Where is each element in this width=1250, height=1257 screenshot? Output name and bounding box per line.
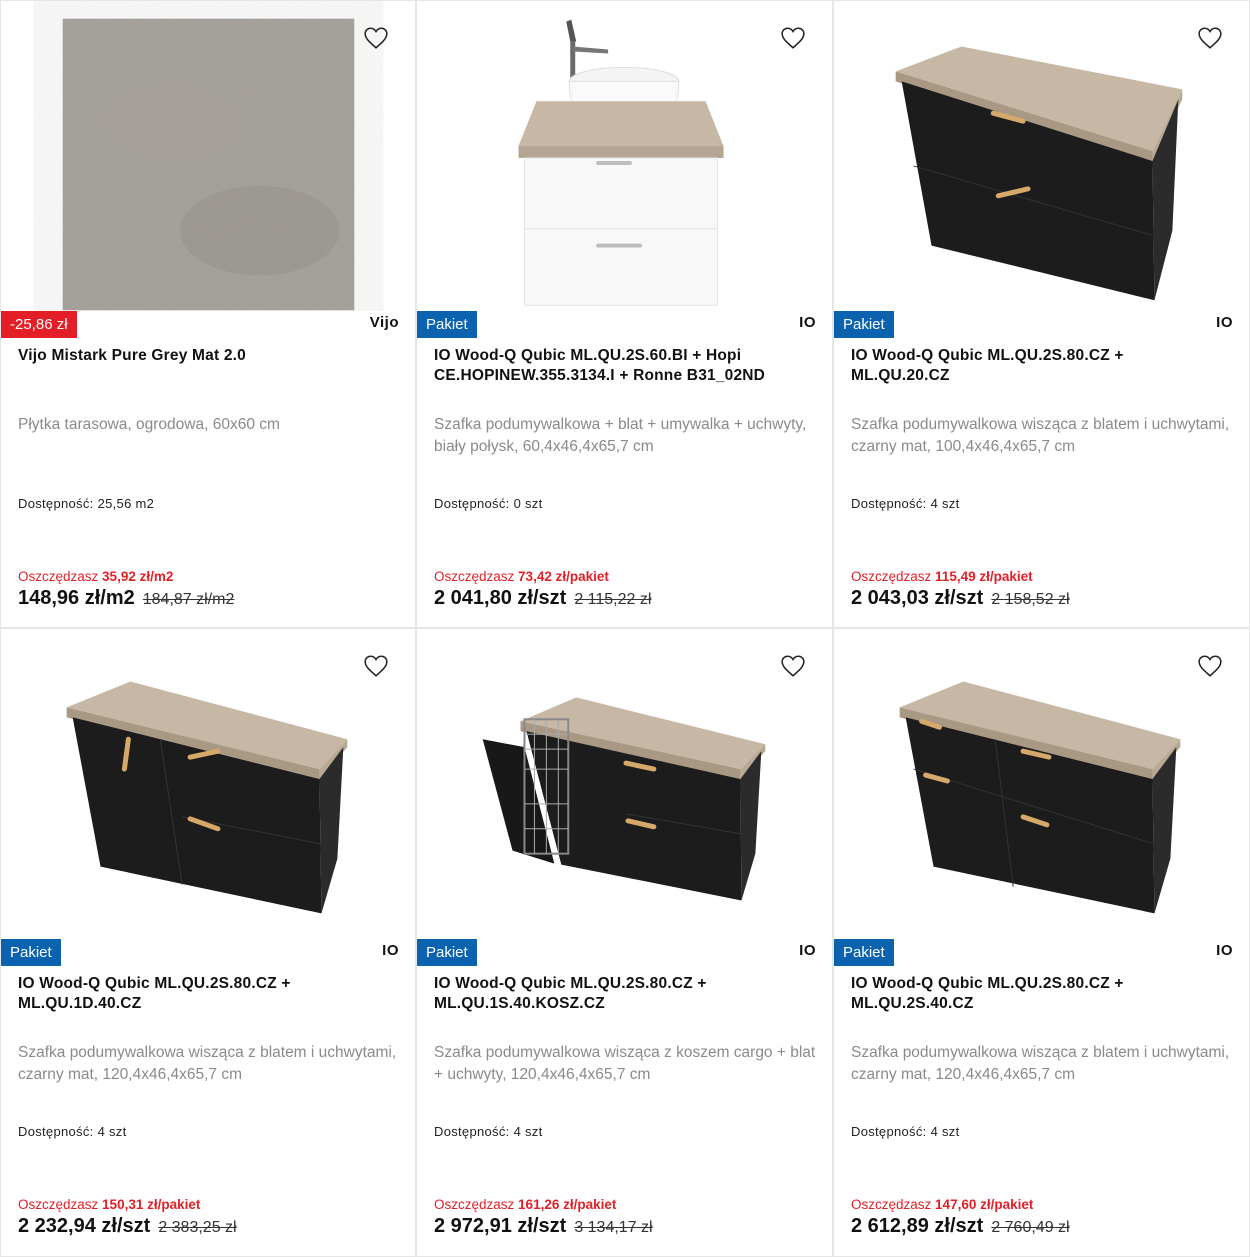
heart-icon[interactable] <box>1197 25 1223 51</box>
product-description: Szafka podumywalkowa wisząca z blatem i … <box>18 1044 397 1083</box>
package-badge: Pakiet <box>834 311 894 338</box>
availability-value: 4 szt <box>513 1124 543 1139</box>
old-price: 2 760,49 zł <box>991 1219 1070 1236</box>
current-price: 2 043,03 zł/szt <box>851 587 984 609</box>
price-block: 2 043,03 zł/szt 2 158,52 zł <box>851 587 1070 610</box>
product-card[interactable]: Pakiet IO IO Wood-Q Qubic ML.QU.2S.80.CZ… <box>0 628 416 1257</box>
product-card[interactable]: -25,86 zł Vijo Vijo Mistark Pure Grey Ma… <box>0 0 416 628</box>
product-title[interactable]: IO Wood-Q Qubic ML.QU.2S.60.BI + Hopi CE… <box>434 346 792 386</box>
product-title[interactable]: IO Wood-Q Qubic ML.QU.2S.80.CZ + ML.QU.1… <box>434 974 792 1014</box>
savings-value: 115,49 zł/pakiet <box>935 569 1033 584</box>
savings-value: 147,60 zł/pakiet <box>935 1197 1034 1212</box>
availability-label: Dostępność: <box>851 496 927 511</box>
brand-label: IO <box>799 314 816 331</box>
availability-label: Dostępność: <box>18 1124 94 1139</box>
brand-label: IO <box>1216 942 1233 959</box>
savings: Oszczędzasz 115,49 zł/pakiet <box>851 569 1033 584</box>
savings: Oszczędzasz 150,31 zł/pakiet <box>18 1197 200 1212</box>
savings-label: Oszczędzasz <box>434 1197 515 1212</box>
white-vanity-image[interactable] <box>417 1 832 311</box>
availability: Dostępność: 4 szt <box>18 1124 127 1139</box>
heart-icon[interactable] <box>363 653 389 679</box>
old-price: 184,87 zł/m2 <box>142 591 235 608</box>
old-price: 2 383,25 zł <box>158 1219 237 1236</box>
product-description: Szafka podumywalkowa wisząca z blatem i … <box>851 416 1230 455</box>
heart-icon[interactable] <box>780 25 806 51</box>
price-block: 2 041,80 zł/szt 2 115,22 zł <box>434 587 651 610</box>
availability: Dostępność: 4 szt <box>851 1124 960 1139</box>
savings-label: Oszczędzasz <box>18 569 99 584</box>
brand-label: IO <box>1216 314 1233 331</box>
brand-label: Vijo <box>369 314 399 331</box>
savings-value: 161,26 zł/pakiet <box>518 1197 617 1212</box>
product-title[interactable]: IO Wood-Q Qubic ML.QU.2S.80.CZ + ML.QU.1… <box>18 974 375 1014</box>
savings-label: Oszczędzasz <box>434 569 515 584</box>
package-badge: Pakiet <box>1 939 61 966</box>
current-price: 2 232,94 zł/szt <box>18 1215 151 1237</box>
savings: Oszczędzasz 161,26 zł/pakiet <box>434 1197 616 1212</box>
savings-label: Oszczędzasz <box>851 569 932 584</box>
price-block: 2 612,89 zł/szt 2 760,49 zł <box>851 1215 1070 1238</box>
brand-label: IO <box>382 942 399 959</box>
current-price: 2 041,80 zł/szt <box>434 587 567 609</box>
product-description: Płytka tarasowa, ogrodowa, 60x60 cm <box>18 416 280 433</box>
black-cabinet-4drawer-image[interactable] <box>834 629 1249 939</box>
savings-value: 35,92 zł/m2 <box>102 569 174 584</box>
availability: Dostępność: 0 szt <box>434 496 543 511</box>
savings-label: Oszczędzasz <box>851 1197 932 1212</box>
availability: Dostępność: 4 szt <box>434 1124 543 1139</box>
price-block: 2 972,91 zł/szt 3 134,17 zł <box>434 1215 653 1238</box>
availability: Dostępność: 25,56 m2 <box>18 496 154 511</box>
availability-value: 4 szt <box>97 1124 127 1139</box>
availability-value: 0 szt <box>513 496 543 511</box>
current-price: 2 612,89 zł/szt <box>851 1215 984 1237</box>
product-description: Szafka podumywalkowa + blat + umywalka +… <box>434 416 807 455</box>
product-description: Szafka podumywalkowa wisząca z blatem i … <box>851 1044 1230 1083</box>
discount-badge: -25,86 zł <box>1 311 77 338</box>
package-badge: Pakiet <box>417 311 477 338</box>
heart-icon[interactable] <box>780 653 806 679</box>
availability-label: Dostępność: <box>434 496 510 511</box>
heart-icon[interactable] <box>363 25 389 51</box>
product-title[interactable]: IO Wood-Q Qubic ML.QU.2S.80.CZ + ML.QU.2… <box>851 346 1209 386</box>
old-price: 2 158,52 zł <box>991 591 1070 608</box>
savings-value: 73,42 zł/pakiet <box>518 569 609 584</box>
savings-value: 150,31 zł/pakiet <box>102 1197 201 1212</box>
product-card[interactable]: Pakiet IO IO Wood-Q Qubic ML.QU.2S.80.CZ… <box>833 628 1250 1257</box>
availability-label: Dostępność: <box>434 1124 510 1139</box>
package-badge: Pakiet <box>417 939 477 966</box>
current-price: 2 972,91 zł/szt <box>434 1215 567 1237</box>
availability-label: Dostępność: <box>18 496 94 511</box>
savings-label: Oszczędzasz <box>18 1197 99 1212</box>
old-price: 3 134,17 zł <box>574 1219 653 1236</box>
availability-value: 4 szt <box>930 1124 960 1139</box>
product-card[interactable]: Pakiet IO IO Wood-Q Qubic ML.QU.2S.80.CZ… <box>833 0 1250 628</box>
black-cabinet-image[interactable] <box>834 1 1249 311</box>
product-title[interactable]: IO Wood-Q Qubic ML.QU.2S.80.CZ + ML.QU.2… <box>851 974 1209 1014</box>
availability-label: Dostępność: <box>851 1124 927 1139</box>
savings: Oszczędzasz 35,92 zł/m2 <box>18 569 173 584</box>
black-cabinet-door-image[interactable] <box>1 629 415 939</box>
product-title[interactable]: Vijo Mistark Pure Grey Mat 2.0 <box>18 346 375 366</box>
product-card[interactable]: Pakiet IO IO Wood-Q Qubic ML.QU.2S.60.BI… <box>416 0 833 628</box>
savings: Oszczędzasz 147,60 zł/pakiet <box>851 1197 1033 1212</box>
black-cabinet-cargo-image[interactable] <box>417 629 832 939</box>
product-description: Szafka podumywalkowa wisząca z koszem ca… <box>434 1044 816 1083</box>
price-block: 148,96 zł/m2 184,87 zł/m2 <box>18 587 234 610</box>
product-grid: -25,86 zł Vijo Vijo Mistark Pure Grey Ma… <box>0 0 1250 1257</box>
availability-value: 25,56 m2 <box>97 496 155 511</box>
price-block: 2 232,94 zł/szt 2 383,25 zł <box>18 1215 237 1238</box>
current-price: 148,96 zł/m2 <box>18 587 135 609</box>
savings: Oszczędzasz 73,42 zł/pakiet <box>434 569 609 584</box>
availability-value: 4 szt <box>930 496 960 511</box>
heart-icon[interactable] <box>1197 653 1223 679</box>
package-badge: Pakiet <box>834 939 894 966</box>
tile-image[interactable] <box>1 1 415 311</box>
brand-label: IO <box>799 942 816 959</box>
old-price: 2 115,22 zł <box>574 591 652 608</box>
availability: Dostępność: 4 szt <box>851 496 960 511</box>
product-card[interactable]: Pakiet IO IO Wood-Q Qubic ML.QU.2S.80.CZ… <box>416 628 833 1257</box>
